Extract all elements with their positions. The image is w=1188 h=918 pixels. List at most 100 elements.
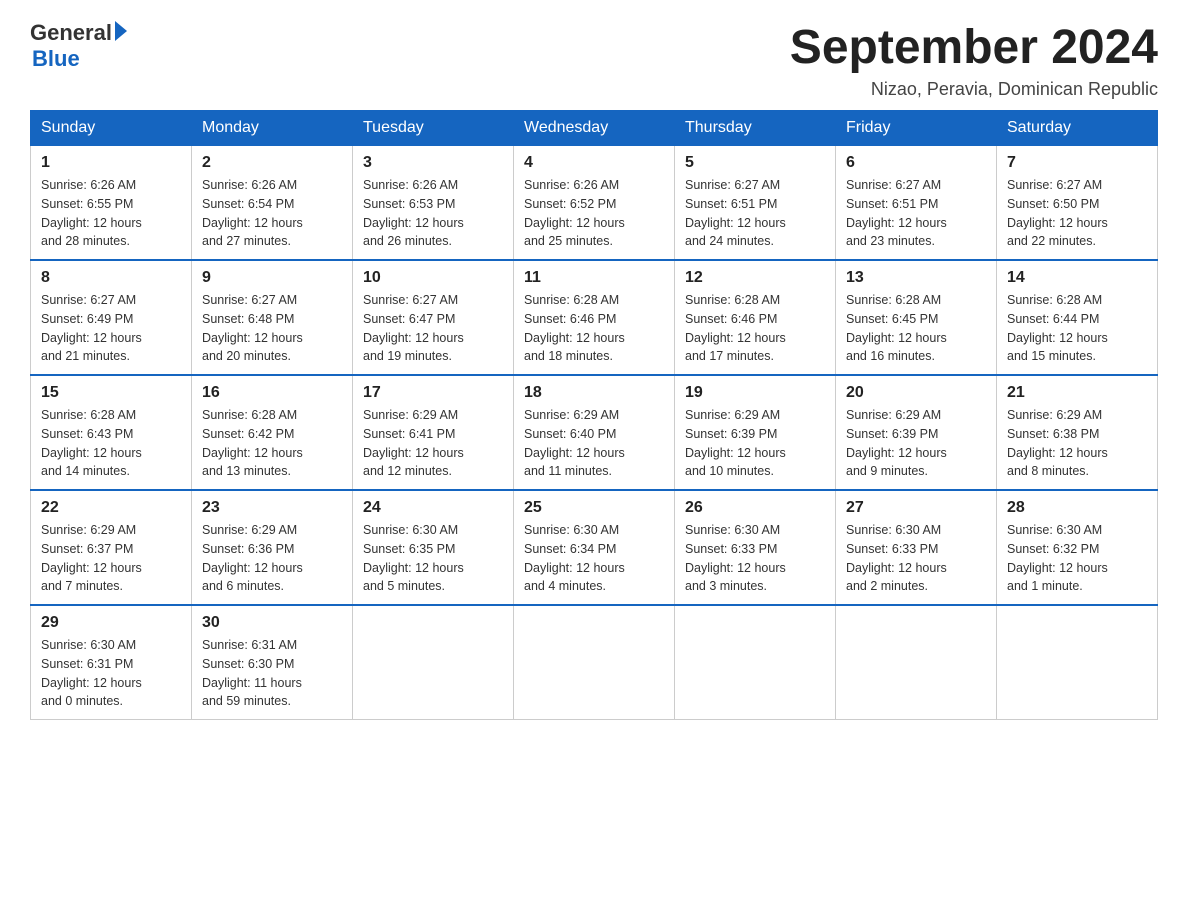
day-info: Sunrise: 6:29 AMSunset: 6:40 PMDaylight:…: [524, 406, 664, 481]
day-info: Sunrise: 6:31 AMSunset: 6:30 PMDaylight:…: [202, 636, 342, 711]
day-number: 23: [202, 499, 342, 517]
day-number: 1: [41, 154, 181, 172]
calendar-day-cell: 10 Sunrise: 6:27 AMSunset: 6:47 PMDayligh…: [353, 260, 514, 375]
calendar-day-cell: 29 Sunrise: 6:30 AMSunset: 6:31 PMDayligh…: [31, 605, 192, 720]
day-info: Sunrise: 6:29 AMSunset: 6:41 PMDaylight:…: [363, 406, 503, 481]
calendar-day-cell: [675, 605, 836, 720]
calendar-day-cell: [836, 605, 997, 720]
calendar-day-cell: 22 Sunrise: 6:29 AMSunset: 6:37 PMDayligh…: [31, 490, 192, 605]
calendar-header-wednesday: Wednesday: [514, 111, 675, 146]
calendar-day-cell: 1 Sunrise: 6:26 AMSunset: 6:55 PMDaylight…: [31, 146, 192, 261]
day-number: 28: [1007, 499, 1147, 517]
calendar-day-cell: 25 Sunrise: 6:30 AMSunset: 6:34 PMDayligh…: [514, 490, 675, 605]
calendar-day-cell: 11 Sunrise: 6:28 AMSunset: 6:46 PMDayligh…: [514, 260, 675, 375]
month-title: September 2024: [790, 20, 1158, 75]
day-number: 6: [846, 154, 986, 172]
day-number: 22: [41, 499, 181, 517]
calendar-day-cell: 2 Sunrise: 6:26 AMSunset: 6:54 PMDaylight…: [192, 146, 353, 261]
logo-blue-text: Blue: [32, 46, 127, 72]
day-info: Sunrise: 6:30 AMSunset: 6:31 PMDaylight:…: [41, 636, 181, 711]
calendar-header-row: SundayMondayTuesdayWednesdayThursdayFrid…: [31, 111, 1158, 146]
logo-general-text: General: [30, 20, 112, 46]
calendar-header-sunday: Sunday: [31, 111, 192, 146]
calendar-header-thursday: Thursday: [675, 111, 836, 146]
day-number: 17: [363, 384, 503, 402]
day-number: 19: [685, 384, 825, 402]
day-number: 11: [524, 269, 664, 287]
day-number: 2: [202, 154, 342, 172]
day-info: Sunrise: 6:27 AMSunset: 6:50 PMDaylight:…: [1007, 176, 1147, 251]
day-info: Sunrise: 6:30 AMSunset: 6:34 PMDaylight:…: [524, 521, 664, 596]
calendar-day-cell: 5 Sunrise: 6:27 AMSunset: 6:51 PMDaylight…: [675, 146, 836, 261]
calendar-week-row: 1 Sunrise: 6:26 AMSunset: 6:55 PMDaylight…: [31, 146, 1158, 261]
day-info: Sunrise: 6:28 AMSunset: 6:46 PMDaylight:…: [685, 291, 825, 366]
day-info: Sunrise: 6:26 AMSunset: 6:54 PMDaylight:…: [202, 176, 342, 251]
day-number: 13: [846, 269, 986, 287]
calendar-day-cell: [353, 605, 514, 720]
day-number: 14: [1007, 269, 1147, 287]
day-info: Sunrise: 6:29 AMSunset: 6:39 PMDaylight:…: [846, 406, 986, 481]
logo: General Blue: [30, 20, 127, 72]
calendar-week-row: 8 Sunrise: 6:27 AMSunset: 6:49 PMDaylight…: [31, 260, 1158, 375]
calendar-day-cell: 17 Sunrise: 6:29 AMSunset: 6:41 PMDayligh…: [353, 375, 514, 490]
day-info: Sunrise: 6:28 AMSunset: 6:42 PMDaylight:…: [202, 406, 342, 481]
calendar-day-cell: 4 Sunrise: 6:26 AMSunset: 6:52 PMDaylight…: [514, 146, 675, 261]
day-info: Sunrise: 6:28 AMSunset: 6:43 PMDaylight:…: [41, 406, 181, 481]
calendar-header-monday: Monday: [192, 111, 353, 146]
calendar-day-cell: 3 Sunrise: 6:26 AMSunset: 6:53 PMDaylight…: [353, 146, 514, 261]
day-info: Sunrise: 6:30 AMSunset: 6:32 PMDaylight:…: [1007, 521, 1147, 596]
calendar-day-cell: [997, 605, 1158, 720]
day-info: Sunrise: 6:26 AMSunset: 6:53 PMDaylight:…: [363, 176, 503, 251]
day-info: Sunrise: 6:27 AMSunset: 6:47 PMDaylight:…: [363, 291, 503, 366]
day-number: 10: [363, 269, 503, 287]
day-info: Sunrise: 6:30 AMSunset: 6:35 PMDaylight:…: [363, 521, 503, 596]
day-number: 4: [524, 154, 664, 172]
day-info: Sunrise: 6:28 AMSunset: 6:44 PMDaylight:…: [1007, 291, 1147, 366]
calendar-week-row: 15Sunrise: 6:28 AMSunset: 6:43 PMDayligh…: [31, 375, 1158, 490]
day-number: 30: [202, 614, 342, 632]
day-info: Sunrise: 6:27 AMSunset: 6:51 PMDaylight:…: [846, 176, 986, 251]
day-info: Sunrise: 6:28 AMSunset: 6:46 PMDaylight:…: [524, 291, 664, 366]
calendar-day-cell: 28 Sunrise: 6:30 AMSunset: 6:32 PMDayligh…: [997, 490, 1158, 605]
day-info: Sunrise: 6:29 AMSunset: 6:36 PMDaylight:…: [202, 521, 342, 596]
day-number: 25: [524, 499, 664, 517]
calendar-day-cell: 8 Sunrise: 6:27 AMSunset: 6:49 PMDaylight…: [31, 260, 192, 375]
day-info: Sunrise: 6:26 AMSunset: 6:52 PMDaylight:…: [524, 176, 664, 251]
day-number: 8: [41, 269, 181, 287]
calendar-day-cell: 16Sunrise: 6:28 AMSunset: 6:42 PMDayligh…: [192, 375, 353, 490]
calendar-day-cell: 21Sunrise: 6:29 AMSunset: 6:38 PMDayligh…: [997, 375, 1158, 490]
logo-arrow-icon: [115, 21, 127, 41]
calendar-day-cell: 19 Sunrise: 6:29 AMSunset: 6:39 PMDayligh…: [675, 375, 836, 490]
title-block: September 2024 Nizao, Peravia, Dominican…: [790, 20, 1158, 100]
day-info: Sunrise: 6:27 AMSunset: 6:51 PMDaylight:…: [685, 176, 825, 251]
calendar-week-row: 29 Sunrise: 6:30 AMSunset: 6:31 PMDayligh…: [31, 605, 1158, 720]
calendar-day-cell: 24 Sunrise: 6:30 AMSunset: 6:35 PMDayligh…: [353, 490, 514, 605]
day-number: 18: [524, 384, 664, 402]
calendar-day-cell: [514, 605, 675, 720]
calendar-day-cell: 20 Sunrise: 6:29 AMSunset: 6:39 PMDayligh…: [836, 375, 997, 490]
calendar-day-cell: 14 Sunrise: 6:28 AMSunset: 6:44 PMDayligh…: [997, 260, 1158, 375]
day-number: 21: [1007, 384, 1147, 402]
calendar-day-cell: 30 Sunrise: 6:31 AMSunset: 6:30 PMDayligh…: [192, 605, 353, 720]
day-number: 12: [685, 269, 825, 287]
day-info: Sunrise: 6:29 AMSunset: 6:39 PMDaylight:…: [685, 406, 825, 481]
day-info: Sunrise: 6:26 AMSunset: 6:55 PMDaylight:…: [41, 176, 181, 251]
day-number: 9: [202, 269, 342, 287]
day-number: 20: [846, 384, 986, 402]
calendar-day-cell: 13 Sunrise: 6:28 AMSunset: 6:45 PMDayligh…: [836, 260, 997, 375]
day-number: 29: [41, 614, 181, 632]
calendar-header-saturday: Saturday: [997, 111, 1158, 146]
day-number: 7: [1007, 154, 1147, 172]
day-number: 24: [363, 499, 503, 517]
day-number: 5: [685, 154, 825, 172]
calendar-day-cell: 15Sunrise: 6:28 AMSunset: 6:43 PMDayligh…: [31, 375, 192, 490]
day-info: Sunrise: 6:27 AMSunset: 6:49 PMDaylight:…: [41, 291, 181, 366]
day-info: Sunrise: 6:28 AMSunset: 6:45 PMDaylight:…: [846, 291, 986, 366]
day-info: Sunrise: 6:29 AMSunset: 6:37 PMDaylight:…: [41, 521, 181, 596]
calendar-day-cell: 9 Sunrise: 6:27 AMSunset: 6:48 PMDaylight…: [192, 260, 353, 375]
calendar-table: SundayMondayTuesdayWednesdayThursdayFrid…: [30, 110, 1158, 720]
day-number: 3: [363, 154, 503, 172]
day-number: 26: [685, 499, 825, 517]
day-info: Sunrise: 6:27 AMSunset: 6:48 PMDaylight:…: [202, 291, 342, 366]
day-info: Sunrise: 6:30 AMSunset: 6:33 PMDaylight:…: [846, 521, 986, 596]
